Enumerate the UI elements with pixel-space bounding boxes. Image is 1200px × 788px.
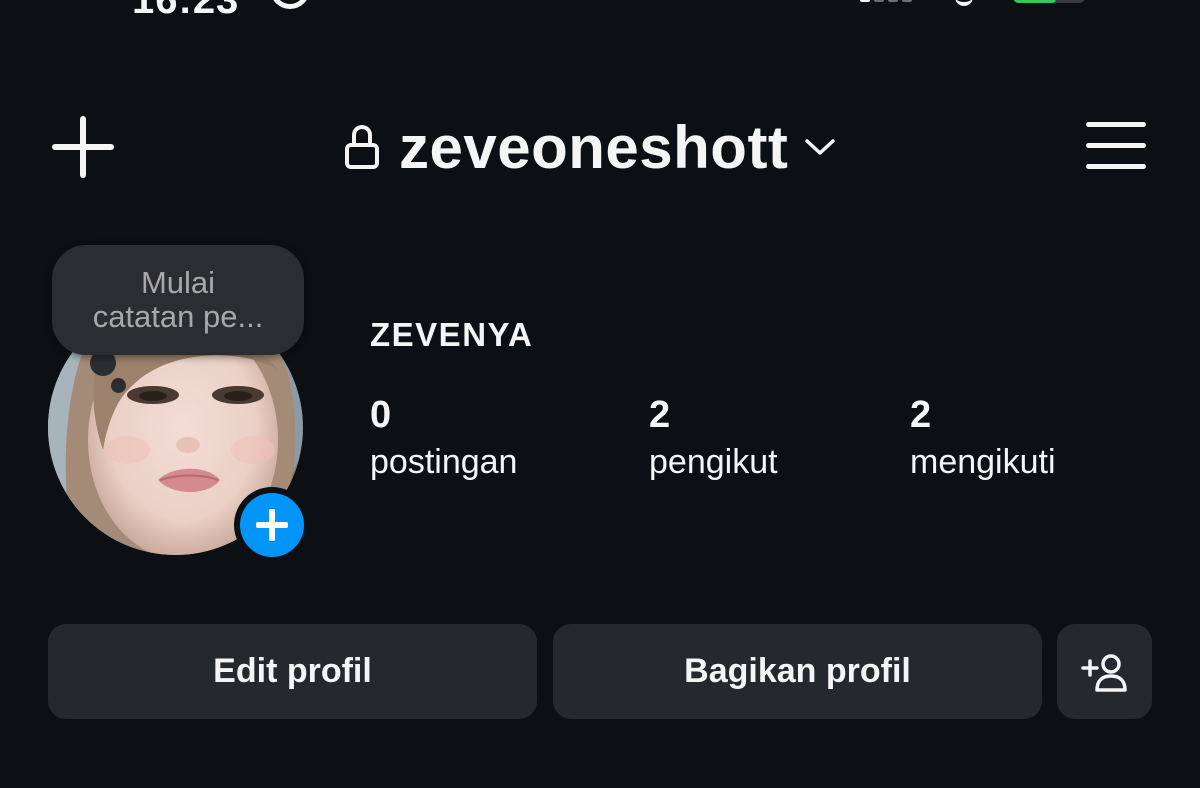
- stat-value: 0: [370, 394, 392, 436]
- wifi-icon: [955, 0, 973, 6]
- create-plus-icon[interactable]: [52, 116, 114, 178]
- display-name: ZEVENYA: [370, 316, 534, 353]
- battery-level: [1013, 0, 1057, 3]
- share-profile-button[interactable]: Bagikan profil: [553, 624, 1042, 719]
- stat-value: 2: [910, 394, 932, 436]
- status-time: 16:23: [132, 0, 240, 22]
- note-bubble-tail: [111, 378, 126, 393]
- add-story-button[interactable]: [234, 487, 310, 563]
- focus-icon: [270, 0, 310, 9]
- stat-followers[interactable]: 2 pengikut: [649, 392, 778, 486]
- battery-icon: [1013, 0, 1085, 3]
- profile-screen: 16:23 zeveoneshott Mulai catatan pe... Z…: [0, 0, 1200, 788]
- stat-posts[interactable]: 0 postingan: [370, 392, 517, 486]
- stat-following[interactable]: 2 mengikuti: [910, 392, 1056, 486]
- account-switcher[interactable]: zeveoneshott: [345, 112, 836, 182]
- stat-label: postingan: [370, 443, 518, 481]
- note-bubble[interactable]: Mulai catatan pe...: [52, 245, 304, 355]
- stat-value: 2: [649, 394, 671, 436]
- add-person-icon: [1080, 653, 1127, 692]
- stat-label: mengikuti: [910, 443, 1056, 481]
- lock-icon: [345, 125, 379, 169]
- discover-people-button[interactable]: [1057, 624, 1152, 719]
- edit-profile-button[interactable]: Edit profil: [48, 624, 537, 719]
- signal-icon: [860, 0, 920, 2]
- chevron-down-icon: [805, 139, 836, 155]
- plus-icon: [240, 493, 304, 557]
- stat-label: pengikut: [649, 443, 778, 481]
- note-text: Mulai catatan pe...: [92, 265, 264, 334]
- hamburger-menu-icon[interactable]: [1086, 120, 1146, 170]
- username: zeveoneshott: [399, 113, 789, 181]
